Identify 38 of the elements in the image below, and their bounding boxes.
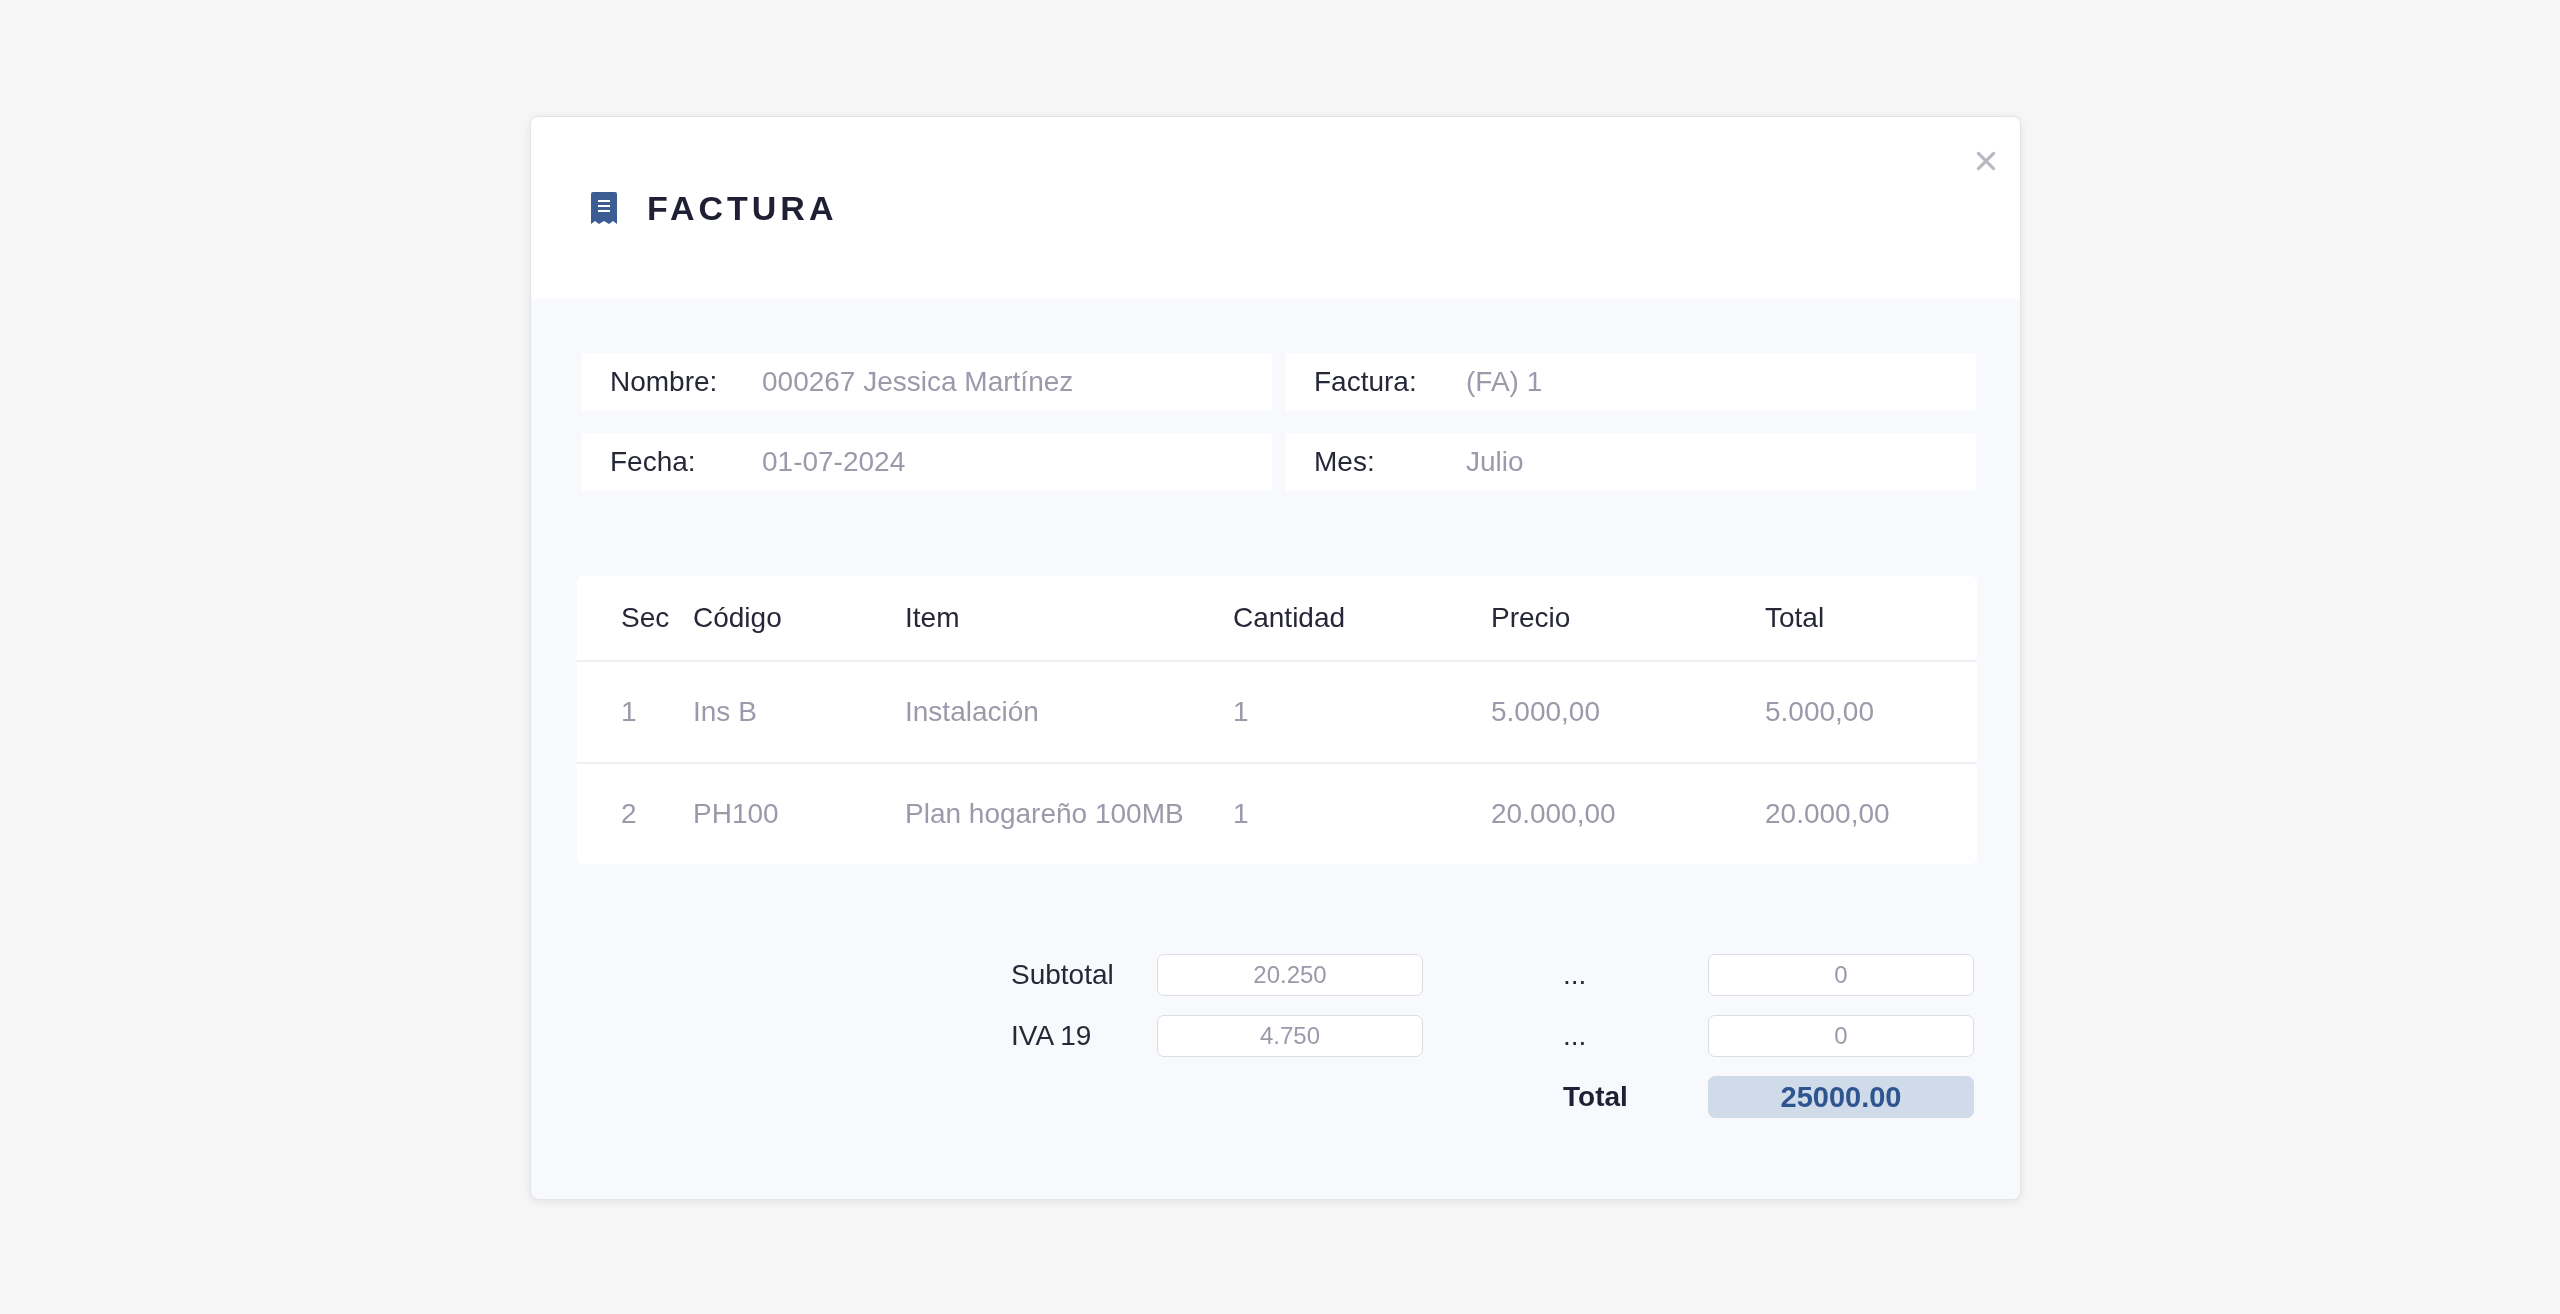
summary-field[interactable]: 0 [1708, 1015, 1974, 1057]
total-field: 25000.00 [1708, 1076, 1974, 1118]
table-cell: 1 [1233, 763, 1491, 864]
field-value: 01-07-2024 [762, 446, 906, 478]
table-cell: 2 [577, 763, 693, 864]
summary-label: Subtotal [1011, 959, 1115, 991]
table-cell: 20.000,00 [1765, 763, 1977, 864]
field-label: Nombre: [610, 366, 719, 398]
field-value: 000267 Jessica Martínez [762, 366, 1074, 398]
column-header: Sec [577, 576, 693, 661]
dialog-title: FACTURA [647, 188, 838, 228]
summary-label: ... [1563, 1020, 1588, 1052]
field-label: Mes: [1314, 446, 1376, 478]
field-label: Fecha: [610, 446, 697, 478]
column-header: Precio [1491, 576, 1765, 661]
summary-label: ... [1563, 959, 1588, 991]
table-cell: Ins B [693, 661, 905, 763]
column-header: Total [1765, 576, 1977, 661]
summary-label: IVA 19 [1011, 1020, 1093, 1052]
column-header: Cantidad [1233, 576, 1491, 661]
table-cell: PH100 [693, 763, 905, 864]
table-cell: 20.000,00 [1491, 763, 1765, 864]
field-label: Factura: [1314, 366, 1418, 398]
table-cell: Instalación [905, 661, 1233, 763]
table-cell: 1 [1233, 661, 1491, 763]
column-header: Item [905, 576, 1233, 661]
summary-field[interactable]: 4.750 [1157, 1015, 1423, 1057]
table-cell: 1 [577, 661, 693, 763]
table-cell: 5.000,00 [1765, 661, 1977, 763]
field-value: (FA) 1 [1466, 366, 1543, 398]
field-value: Julio [1466, 446, 1524, 478]
table-cell: 5.000,00 [1491, 661, 1765, 763]
table-cell: Plan hogareño 100MB [905, 763, 1233, 864]
column-header: Código [693, 576, 905, 661]
summary-field[interactable]: 0 [1708, 954, 1974, 996]
summary-field[interactable]: 20.250 [1157, 954, 1423, 996]
receipt-icon [591, 192, 617, 224]
total-label: Total [1563, 1081, 1629, 1113]
